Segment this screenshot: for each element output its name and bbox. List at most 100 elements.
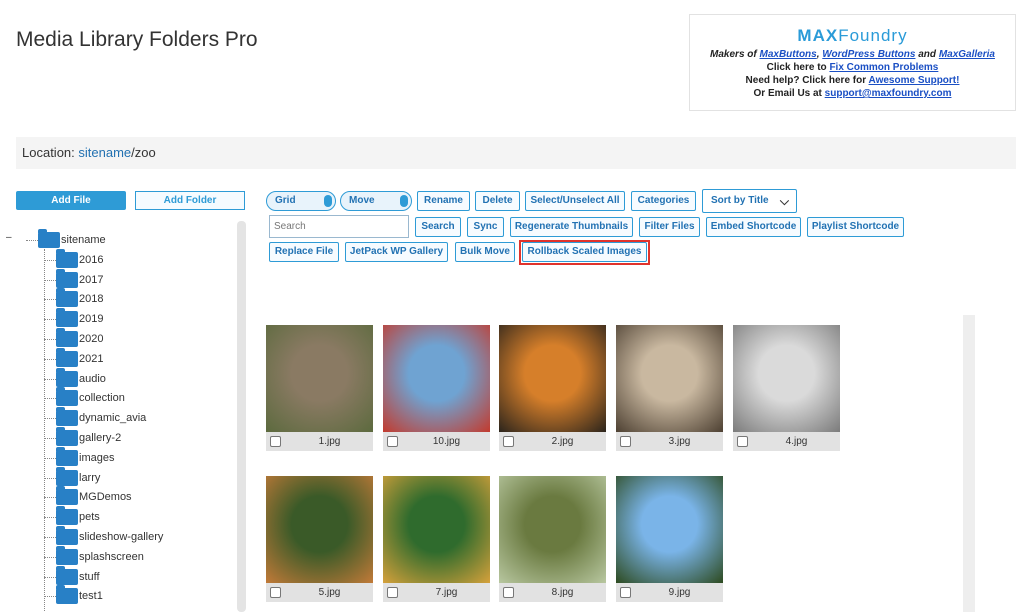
tree-folder-label: collection xyxy=(79,392,125,405)
help-prefix: Need help? Click here for xyxy=(745,75,869,86)
tree-folder-item[interactable]: 2021 xyxy=(56,347,103,368)
image-tile[interactable]: 2.jpg xyxy=(499,325,606,451)
add-file-button[interactable]: Add File xyxy=(16,191,126,210)
sync-button[interactable]: Sync xyxy=(467,217,504,237)
image-tile[interactable]: 5.jpg xyxy=(266,476,373,602)
location-root-link[interactable]: sitename xyxy=(78,145,131,160)
tree-folder-item[interactable]: MGDemos xyxy=(56,486,132,506)
select-all-button[interactable]: Select/Unselect All xyxy=(525,191,625,211)
add-folder-button[interactable]: Add Folder xyxy=(135,191,245,210)
image-thumbnail[interactable] xyxy=(733,325,840,432)
image-thumbnail[interactable] xyxy=(616,325,723,432)
search-button[interactable]: Search xyxy=(415,217,461,237)
search-input[interactable]: Search xyxy=(269,215,409,238)
tree-folder-item[interactable]: 2020 xyxy=(56,328,103,348)
tree-collapse-toggle[interactable]: – xyxy=(6,233,14,243)
folder-icon xyxy=(56,506,78,526)
image-thumbnail[interactable] xyxy=(266,325,373,432)
image-filename: 4.jpg xyxy=(785,436,808,447)
maxgalleria-link[interactable]: MaxGalleria xyxy=(939,49,995,60)
fix-problems-link[interactable]: Fix Common Problems xyxy=(829,62,938,73)
tree-folder-item[interactable]: gallery-2 xyxy=(56,427,121,447)
folder-icon xyxy=(56,347,78,367)
maxbuttons-link[interactable]: MaxButtons xyxy=(760,49,817,60)
playlist-shortcode-button[interactable]: Playlist Shortcode xyxy=(807,217,904,237)
image-filename: 3.jpg xyxy=(668,436,691,447)
folder-icon xyxy=(56,526,78,545)
tree-folder-item[interactable]: splashscreen xyxy=(56,545,144,566)
help-line: Need help? Click here for Awesome Suppor… xyxy=(690,74,1015,87)
filter-files-button[interactable]: Filter Files xyxy=(639,217,700,237)
tree-connector xyxy=(44,358,56,360)
replace-file-button[interactable]: Replace File xyxy=(269,242,339,262)
wordpress-buttons-link[interactable]: WordPress Buttons xyxy=(822,49,915,60)
tree-folder-item[interactable]: 2018 xyxy=(56,288,103,308)
support-link[interactable]: Awesome Support! xyxy=(869,75,960,86)
folder-icon xyxy=(56,268,78,288)
tree-connector xyxy=(44,556,56,558)
image-tile[interactable]: 1.jpg xyxy=(266,325,373,451)
support-email-link[interactable]: support@maxfoundry.com xyxy=(825,88,952,99)
tree-folder-item[interactable]: stuff xyxy=(56,565,100,586)
image-caption: 1.jpg xyxy=(266,432,373,451)
tree-connector xyxy=(44,259,56,261)
image-tile[interactable]: 8.jpg xyxy=(499,476,606,602)
tree-folder-item[interactable]: 2017 xyxy=(56,268,103,289)
tree-folder-label: 2019 xyxy=(79,313,104,326)
location-bar: Location: sitename/zoo xyxy=(16,137,1016,169)
image-tile[interactable]: 10.jpg xyxy=(383,325,490,451)
image-tile[interactable]: 3.jpg xyxy=(616,325,723,451)
image-thumbnail[interactable] xyxy=(383,476,490,583)
image-caption: 10.jpg xyxy=(383,432,490,451)
grid-toggle[interactable]: Grid xyxy=(266,191,336,211)
image-tile[interactable]: 9.jpg xyxy=(616,476,723,602)
move-toggle[interactable]: Move xyxy=(340,191,412,211)
image-tile[interactable]: 4.jpg xyxy=(733,325,840,451)
tree-connector xyxy=(44,457,56,459)
grid-toggle-knob xyxy=(324,195,332,207)
folder-tree-scrollbar[interactable] xyxy=(237,221,246,612)
jetpack-gallery-button[interactable]: JetPack WP Gallery xyxy=(345,242,448,262)
tree-folder-item[interactable]: dynamic_avia xyxy=(56,407,146,427)
bulk-move-button[interactable]: Bulk Move xyxy=(455,242,515,262)
sort-select-value: Sort by Title xyxy=(711,195,769,206)
tree-connector xyxy=(26,240,38,241)
image-caption: 5.jpg xyxy=(266,583,373,602)
delete-button[interactable]: Delete xyxy=(475,191,520,211)
tree-folder-label: audio xyxy=(79,372,106,385)
tree-folder-item[interactable]: larry xyxy=(56,466,100,487)
regenerate-thumbnails-button[interactable]: Regenerate Thumbnails xyxy=(510,217,633,237)
image-filename: 8.jpg xyxy=(551,587,574,598)
image-filename: 7.jpg xyxy=(435,587,458,598)
image-caption: 7.jpg xyxy=(383,583,490,602)
tree-folder-item[interactable]: 2016 xyxy=(56,248,103,269)
makers-line: Makers of MaxButtons, WordPress Buttons … xyxy=(690,48,1015,61)
rename-button[interactable]: Rename xyxy=(417,191,470,211)
location-path: /zoo xyxy=(131,145,156,160)
sort-select[interactable]: Sort by Title ⌵ xyxy=(702,189,797,213)
image-thumbnail[interactable] xyxy=(383,325,490,432)
image-thumbnail[interactable] xyxy=(499,325,606,432)
image-tile[interactable]: 7.jpg xyxy=(383,476,490,602)
categories-button[interactable]: Categories xyxy=(631,191,696,211)
embed-shortcode-button[interactable]: Embed Shortcode xyxy=(706,217,801,237)
tree-connector xyxy=(44,378,56,380)
image-thumbnail[interactable] xyxy=(266,476,373,583)
gallery-scrollbar[interactable] xyxy=(963,315,975,612)
tree-folder-item[interactable]: 2019 xyxy=(56,308,104,328)
tree-folder-item[interactable]: audio xyxy=(56,367,106,388)
image-thumbnail[interactable] xyxy=(616,476,723,583)
maxfoundry-logo[interactable]: MAXFoundry xyxy=(690,26,1015,48)
location-label: Location: xyxy=(22,145,79,160)
tree-folder-item[interactable]: pets xyxy=(56,506,100,526)
tree-folder-item[interactable]: test1 xyxy=(56,585,103,605)
folder-icon xyxy=(56,466,78,486)
tree-root-sitename[interactable]: sitename xyxy=(38,229,106,249)
tree-folder-item[interactable]: slideshow-gallery xyxy=(56,526,163,546)
tree-folder-item[interactable]: collection xyxy=(56,387,125,407)
image-thumbnail[interactable] xyxy=(499,476,606,583)
image-filename: 5.jpg xyxy=(318,587,341,598)
image-caption: 2.jpg xyxy=(499,432,606,451)
maxfoundry-promo: MAXFoundry Makers of MaxButtons, WordPre… xyxy=(689,14,1016,111)
tree-folder-item[interactable]: images xyxy=(56,446,114,467)
